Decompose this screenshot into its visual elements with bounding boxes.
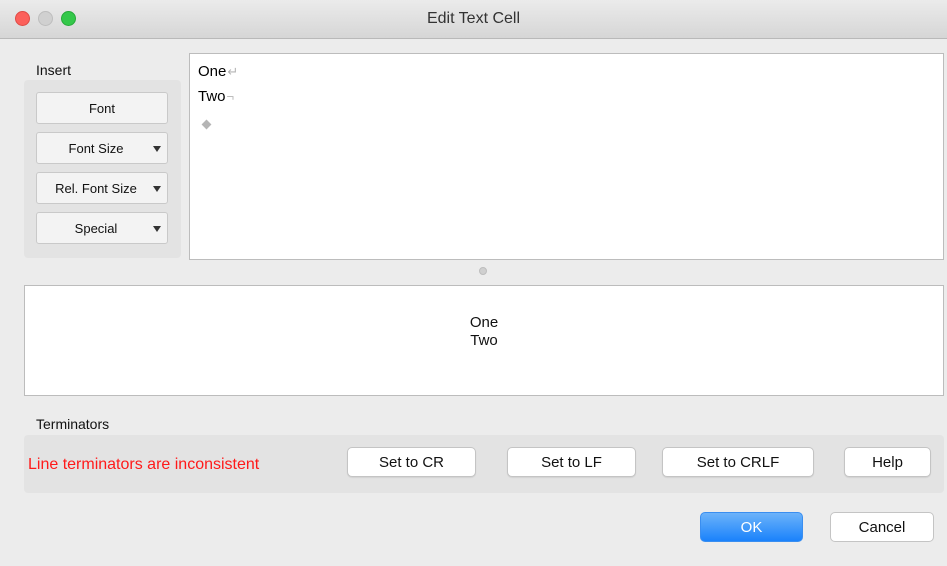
dropdown-arrow-icon	[153, 146, 161, 152]
edit-text-cell-dialog: Edit Text Cell Insert Font Font Size Rel…	[0, 0, 947, 566]
cancel-button[interactable]: Cancel	[830, 512, 934, 542]
editor-line: One↵	[198, 63, 238, 80]
special-menu-button[interactable]: Special	[36, 212, 168, 244]
dropdown-arrow-icon	[153, 186, 161, 192]
rel-font-size-menu-button[interactable]: Rel. Font Size	[36, 172, 168, 204]
lf-terminator-icon: ¬	[226, 89, 235, 104]
terminators-group-label: Terminators	[36, 416, 110, 432]
font-size-button-label: Font Size	[68, 140, 124, 156]
preview-line: Two	[470, 332, 498, 349]
terminators-panel: Line terminators are inconsistent Set to…	[24, 435, 944, 493]
font-size-menu-button[interactable]: Font Size	[36, 132, 168, 164]
font-button-label: Font	[88, 100, 115, 116]
set-to-lf-label: Set to LF	[541, 453, 602, 471]
set-to-lf-button[interactable]: Set to LF	[507, 447, 636, 477]
dropdown-arrow-icon	[153, 226, 161, 232]
help-label: Help	[872, 453, 903, 471]
rel-font-size-button-label: Rel. Font Size	[55, 180, 137, 196]
title-bar[interactable]: Edit Text Cell	[0, 0, 947, 39]
set-to-cr-label: Set to CR	[378, 453, 445, 471]
splitter-handle[interactable]	[479, 267, 487, 275]
font-button[interactable]: Font	[36, 92, 168, 124]
terminator-warning-message: Line terminators are inconsistent	[28, 456, 260, 473]
window-title: Edit Text Cell	[426, 10, 521, 27]
editor-line-text: Two	[198, 88, 226, 105]
preview-line: One	[469, 314, 499, 331]
ok-label: OK	[740, 518, 763, 536]
cr-terminator-icon: ↵	[227, 64, 239, 79]
editor-line-text: One	[198, 63, 227, 80]
text-editor[interactable]: One↵ Two¬	[189, 53, 944, 260]
diamond-icon	[201, 119, 212, 130]
help-button[interactable]: Help	[844, 447, 931, 477]
set-to-cr-button[interactable]: Set to CR	[347, 447, 476, 477]
preview-area: One Two	[24, 285, 944, 396]
special-button-label: Special	[74, 220, 118, 236]
set-to-crlf-label: Set to CRLF	[696, 453, 780, 471]
ok-button[interactable]: OK	[700, 512, 803, 542]
insert-panel: Font Font Size Rel. Font Size Special	[24, 80, 181, 258]
insert-group-label: Insert	[36, 62, 72, 78]
cancel-label: Cancel	[858, 518, 906, 536]
set-to-crlf-button[interactable]: Set to CRLF	[662, 447, 814, 477]
editor-line: Two¬	[198, 88, 234, 105]
